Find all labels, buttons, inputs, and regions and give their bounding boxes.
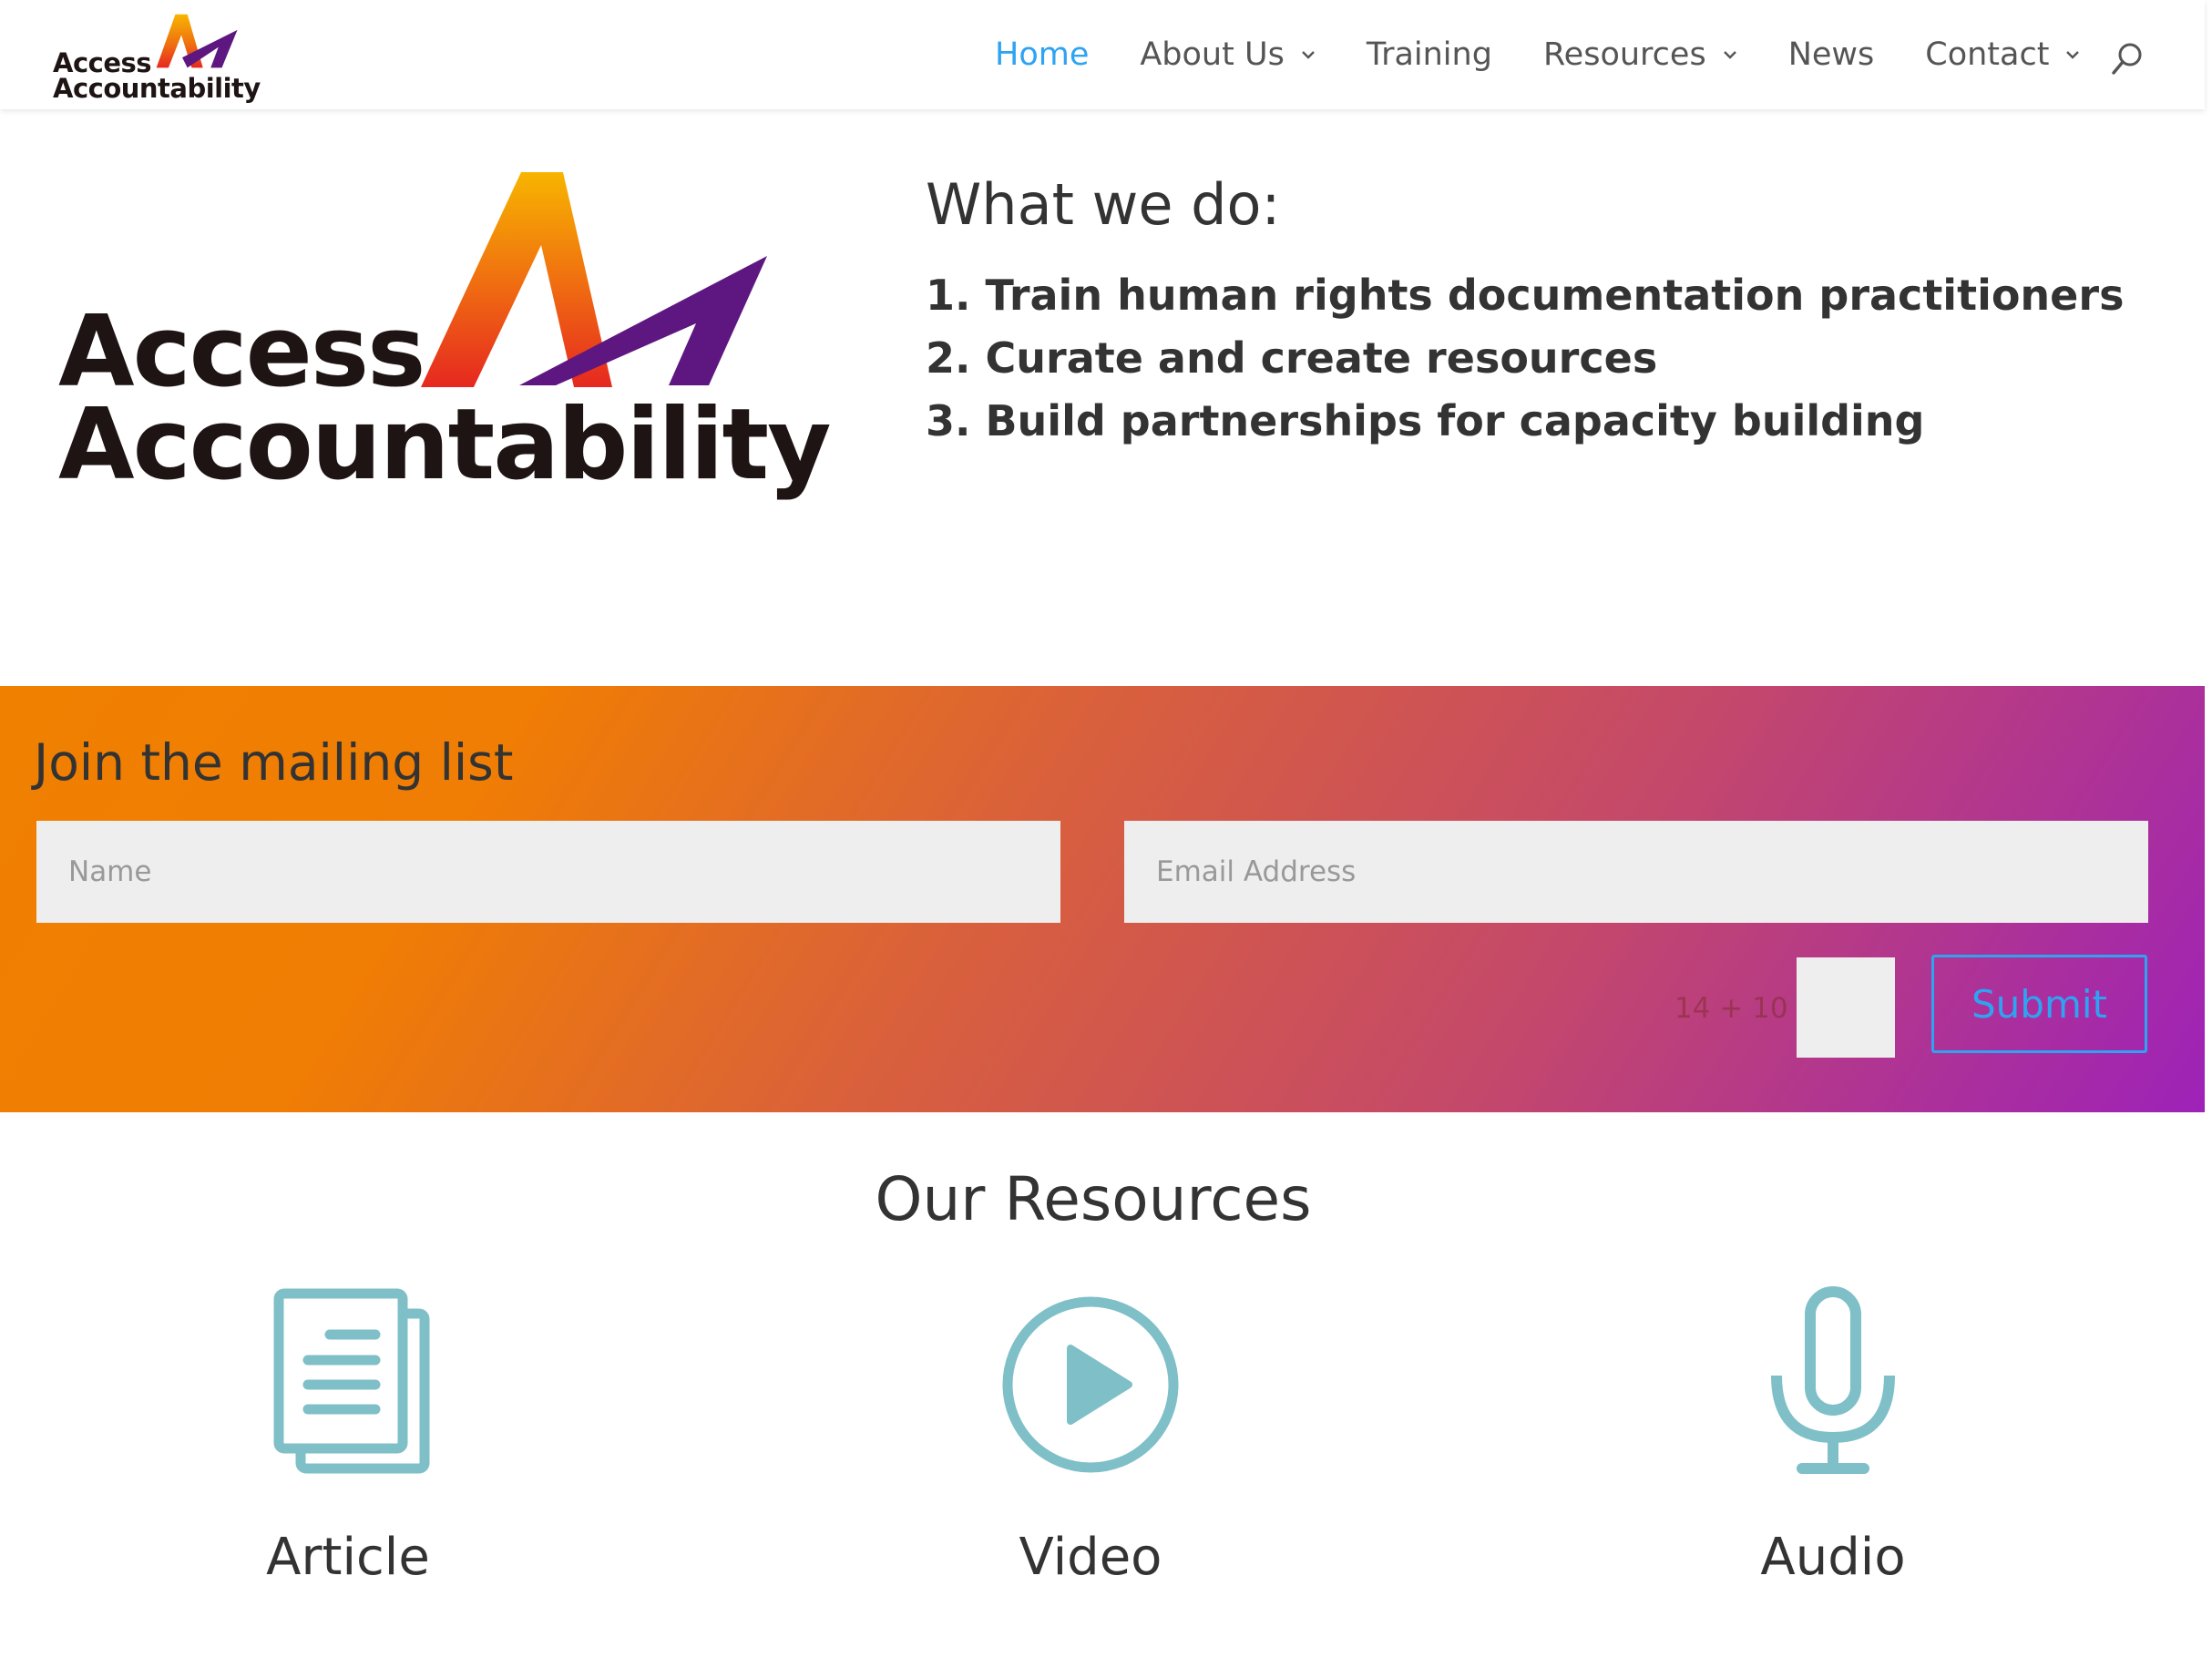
nav-label: News (1787, 36, 1875, 73)
nav-label: Training (1366, 36, 1492, 73)
resource-label: Audio (1760, 1528, 1906, 1587)
nav-item-home[interactable]: Home (995, 36, 1089, 73)
chevron-down-icon (2066, 51, 2080, 59)
document-icon (273, 1288, 430, 1474)
resource-label: Article (266, 1528, 430, 1587)
main-nav: Home About Us Training Resources News Co… (995, 0, 2131, 109)
hero-logo: Access Accountability (58, 169, 831, 515)
mailing-list-section: Join the mailing list 14 + 10 = Submit (0, 686, 2205, 1112)
nav-label: Resources (1542, 36, 1706, 73)
site-header: Access Accountability Home About Us Trai… (0, 0, 2205, 109)
microphone-icon (1771, 1286, 1895, 1474)
chevron-down-icon (1301, 51, 1315, 59)
nav-label: Home (995, 36, 1090, 73)
resources-title: Our Resources (875, 1164, 1312, 1234)
captcha-input[interactable] (1797, 957, 1895, 1058)
list-item: 1. Train human rights documentation prac… (926, 271, 2125, 320)
nav-item-training[interactable]: Training (1367, 36, 1492, 73)
logo-mark-icon (421, 172, 767, 387)
nav-item-about-us[interactable]: About Us (1140, 36, 1315, 73)
hero-logo-line1: Access (58, 295, 425, 409)
header-logo-line2: Accountability (53, 73, 261, 104)
list-item: 3. Build partnerships for capacity build… (926, 396, 1925, 445)
what-we-do-list: 1. Train human rights documentation prac… (926, 264, 2124, 453)
header-logo[interactable]: Access Accountability (53, 11, 261, 104)
name-field[interactable] (36, 821, 1060, 923)
nav-item-contact[interactable]: Contact (1925, 36, 2080, 73)
chevron-down-icon (1723, 51, 1736, 59)
list-item: 2. Curate and create resources (926, 333, 1658, 383)
search-icon[interactable] (2110, 40, 2146, 77)
email-field[interactable] (1124, 821, 2148, 923)
resource-article[interactable]: Article (166, 1284, 530, 1587)
nav-item-news[interactable]: News (1788, 36, 1875, 73)
resource-audio[interactable]: Audio (1651, 1284, 2015, 1587)
nav-label: About Us (1140, 36, 1285, 73)
nav-item-resources[interactable]: Resources (1543, 36, 1737, 73)
submit-button[interactable]: Submit (1931, 955, 2147, 1053)
what-we-do-heading: What we do: (926, 171, 1281, 238)
resource-video[interactable]: Video (908, 1284, 1273, 1587)
mailing-list-title: Join the mailing list (34, 733, 514, 792)
play-circle-icon (1002, 1296, 1179, 1473)
logo-mark-icon (156, 14, 238, 68)
hero-logo-line2: Accountability (58, 388, 831, 502)
resource-label: Video (1019, 1528, 1162, 1587)
nav-label: Contact (1925, 36, 2050, 73)
